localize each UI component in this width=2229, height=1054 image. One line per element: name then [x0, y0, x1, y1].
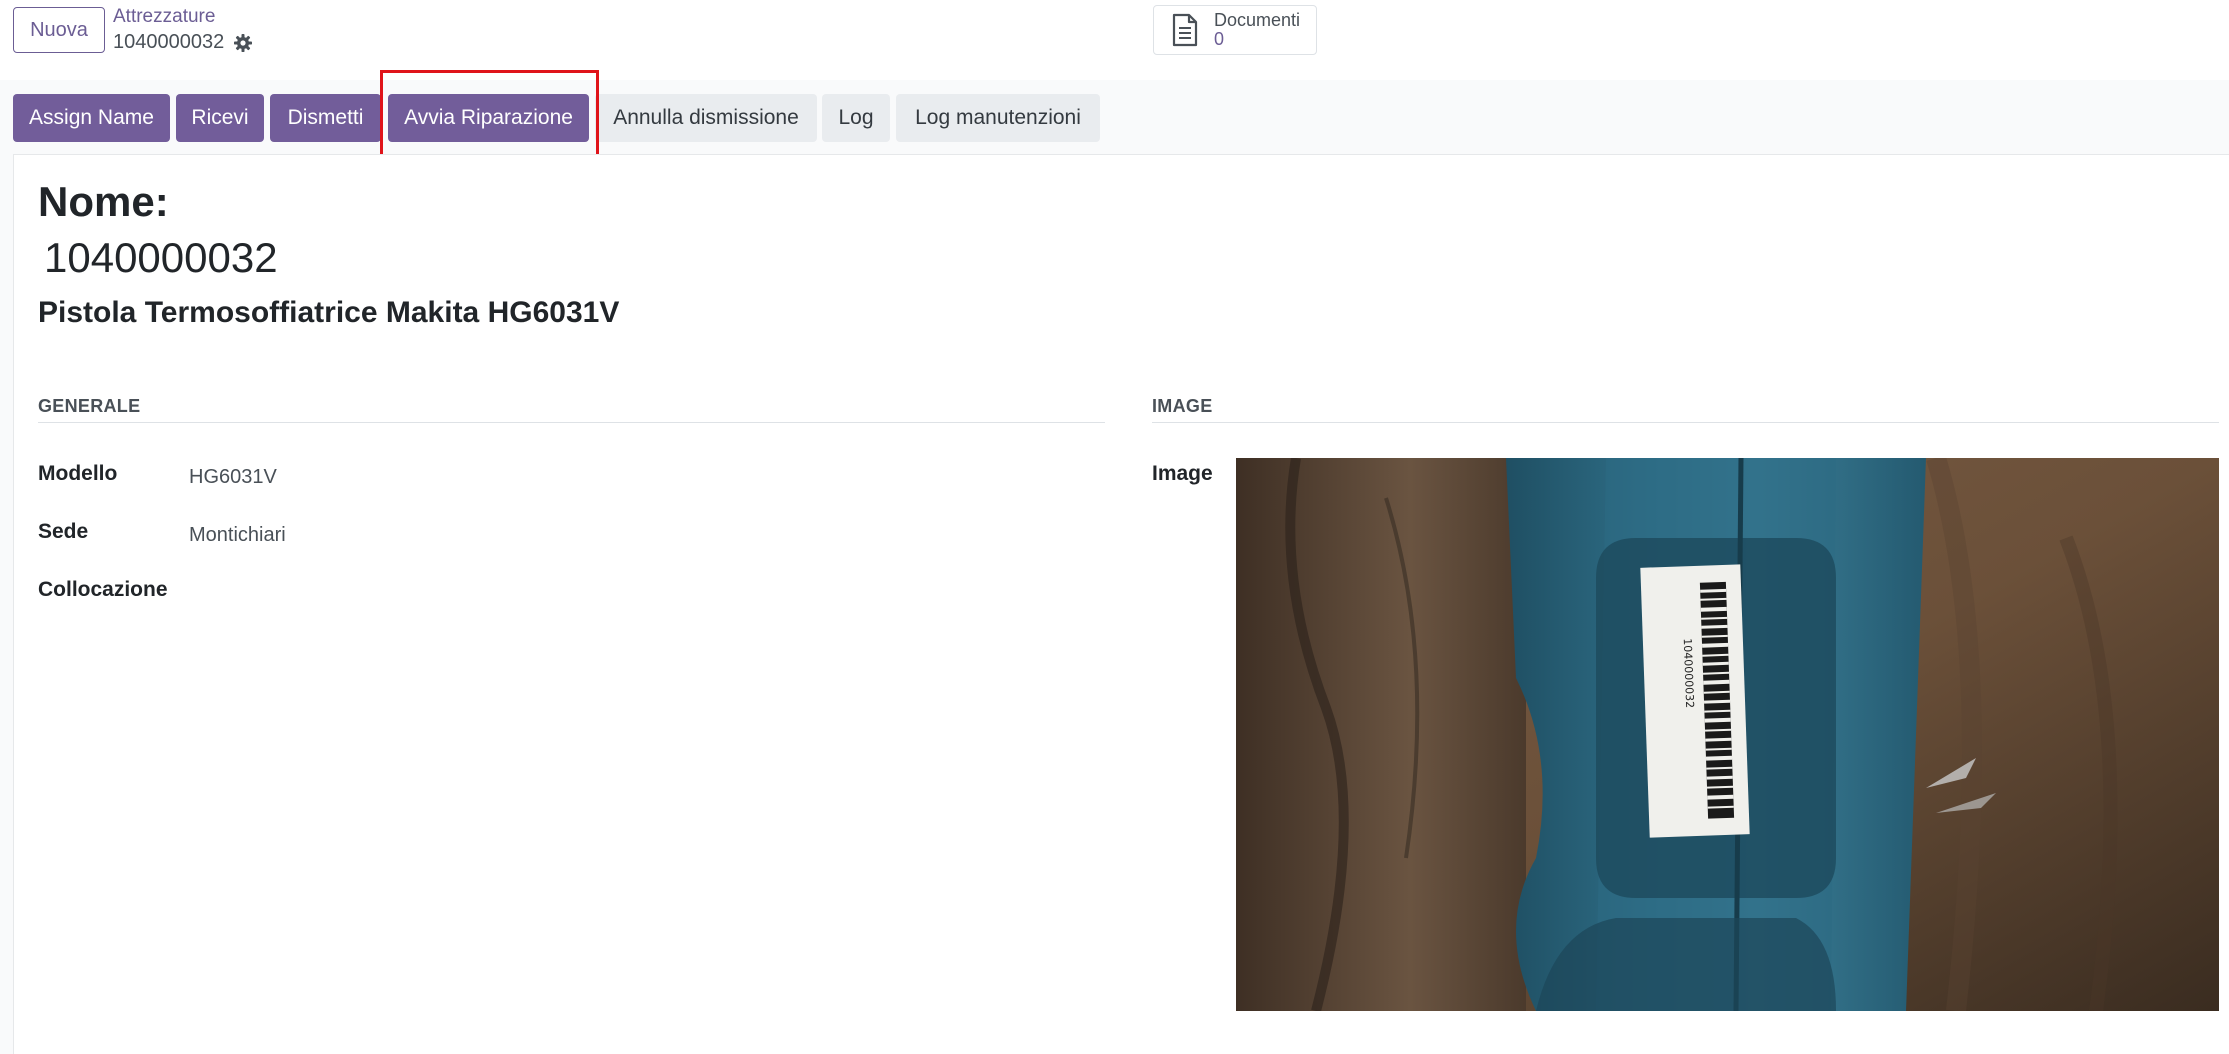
annulla-dismissione-button[interactable]: Annulla dismissione: [595, 94, 817, 142]
statusbar: Assign Name Ricevi Dismetti Avvia Ripara…: [0, 80, 2229, 154]
collocazione-label: Collocazione: [38, 578, 168, 601]
modello-value[interactable]: HG6031V: [189, 466, 277, 489]
log-manutenzioni-button[interactable]: Log manutenzioni: [896, 94, 1100, 142]
documents-smart-button[interactable]: Documenti 0: [1153, 5, 1317, 55]
sede-label: Sede: [38, 520, 89, 543]
gear-icon[interactable]: [233, 33, 253, 53]
modello-label: Modello: [38, 462, 118, 485]
name-value[interactable]: 1040000032: [44, 234, 278, 282]
sede-value[interactable]: Montichiari: [189, 524, 286, 547]
ricevi-button[interactable]: Ricevi: [176, 94, 264, 142]
equipment-photo[interactable]: 1040000032: [1236, 458, 2219, 1011]
general-group-title: GENERALE: [38, 396, 141, 416]
new-button[interactable]: Nuova: [13, 7, 105, 53]
description-field[interactable]: Pistola Termosoffiatrice Makita HG6031V: [38, 296, 619, 330]
documents-label: Documenti: [1214, 10, 1301, 30]
general-group-divider: [38, 422, 1105, 423]
control-panel: Nuova Attrezzature 1040000032 Documenti …: [0, 0, 2229, 81]
breadcrumb-current: 1040000032: [113, 31, 253, 54]
barcode-text: 1040000032: [1681, 638, 1696, 708]
documents-count: 0: [1214, 29, 1225, 49]
record-name: 1040000032: [113, 31, 225, 53]
image-group-title: IMAGE: [1152, 396, 1213, 416]
log-button[interactable]: Log: [822, 94, 890, 142]
avvia-riparazione-button[interactable]: Avvia Riparazione: [388, 94, 589, 142]
document-icon: [1171, 13, 1199, 47]
name-label: Nome:: [38, 178, 169, 225]
breadcrumb-parent[interactable]: Attrezzature: [113, 6, 215, 28]
assign-name-button[interactable]: Assign Name: [13, 94, 170, 142]
dismetti-button[interactable]: Dismetti: [270, 94, 381, 142]
image-group-divider: [1152, 422, 2219, 423]
image-label: Image: [1152, 462, 1213, 485]
